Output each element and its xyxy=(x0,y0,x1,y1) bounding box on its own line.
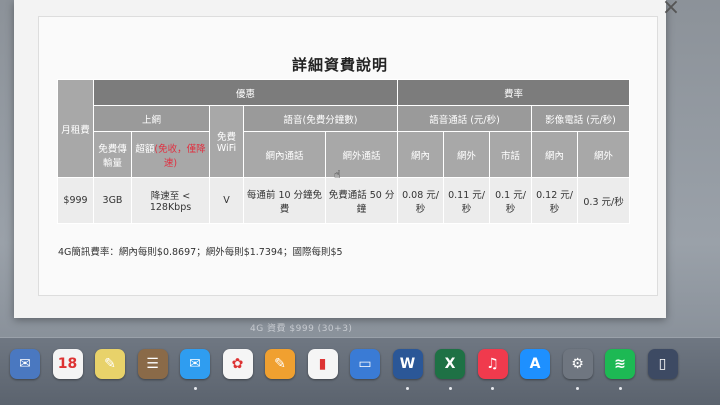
dock-running-indicator xyxy=(576,387,579,390)
onnet-call-header: 網內通話 xyxy=(243,131,326,178)
overage-header-prefix: 超額 xyxy=(135,143,155,155)
voice-offnet-header: 網外 xyxy=(443,131,491,178)
video-offnet-header: 網外 xyxy=(577,131,631,178)
overage-cell: 降速至 < 128Kbps xyxy=(131,177,210,224)
voice-landline-cell: 0.1 元/秒 xyxy=(489,177,533,224)
dock-system-preferences-icon[interactable]: ⚙ xyxy=(562,349,593,379)
voice-onnet-cell: 0.08 元/秒 xyxy=(397,177,445,224)
rate-header: 費率 xyxy=(397,79,631,106)
dock-excel-icon[interactable]: X xyxy=(435,349,465,379)
monthly-fee-header: 月租費 xyxy=(57,79,94,178)
voice-landline-header: 市話 xyxy=(489,131,533,178)
overage-header-note: (免收，僅降速) xyxy=(154,143,206,169)
monthly-fee-cell: $999 xyxy=(57,177,94,224)
dock-iphone-backup-icon[interactable]: ▯ xyxy=(647,349,678,379)
dock-running-indicator xyxy=(448,387,452,390)
dock-running-indicator xyxy=(618,387,622,390)
dock-notes-icon[interactable]: ✎ xyxy=(95,349,125,379)
video-onnet-header: 網內 xyxy=(531,131,579,178)
table-row: $999 3GB 降速至 < 128Kbps V 每通前 10 分鐘免費 免費通… xyxy=(57,177,631,224)
data-header: 上網 xyxy=(93,105,210,132)
dock-word-icon[interactable]: W xyxy=(392,349,423,379)
promo-header: 優惠 xyxy=(92,79,399,106)
overage-header: 超額(免收，僅降速) xyxy=(131,131,210,178)
dock-photos-icon[interactable]: ✿ xyxy=(222,349,253,379)
voice-offnet-cell: 0.11 元/秒 xyxy=(443,177,491,224)
dock-preview-icon[interactable]: ✉ xyxy=(10,349,40,379)
dock-app-store-icon[interactable]: A xyxy=(520,349,550,379)
voice-onnet-header: 網內 xyxy=(397,131,445,178)
hand-cursor-icon: ☝ xyxy=(334,168,341,181)
video-onnet-cell: 0.12 元/秒 xyxy=(531,177,579,224)
sms-rate-note: 4G簡訊費率：網內每則$0.8697；網外每則$1.7394；國際每則$5 xyxy=(58,247,343,258)
offnet-free-cell: 免費通話 50 分鐘 xyxy=(324,177,399,224)
dock-running-indicator xyxy=(406,387,409,390)
dock-numbers-icon[interactable]: ▮ xyxy=(307,349,338,379)
video-rate-header: 影像電話 (元/秒) xyxy=(531,105,631,132)
rate-table: 月租費 優惠 費率 上網 免費WiFi 語音(免費分鐘數) 語音通話 (元/秒)… xyxy=(57,79,631,224)
wifi-cell: V xyxy=(209,177,244,224)
free-data-header: 免費傳輸量 xyxy=(93,131,132,178)
modal-title: 詳細資費說明 xyxy=(291,56,388,74)
dock-running-indicator xyxy=(491,387,494,390)
close-icon[interactable]: × xyxy=(659,0,683,20)
voice-header: 語音(免費分鐘數) xyxy=(242,105,399,132)
onnet-free-cell: 每通前 10 分鐘免費 xyxy=(243,177,326,224)
underlying-page-text: 4G 資費 $999 (30+3) xyxy=(250,324,353,334)
dock-itunes-icon[interactable]: ♫ xyxy=(477,349,508,379)
dock-messages-icon[interactable]: ✉ xyxy=(180,349,210,379)
dock-contacts-icon[interactable]: ☰ xyxy=(137,349,168,379)
dock-calendar-icon[interactable]: 18 xyxy=(52,349,83,379)
video-offnet-cell: 0.3 元/秒 xyxy=(577,177,631,224)
dock-keynote-icon[interactable]: ▭ xyxy=(350,349,380,379)
dock-pages-icon[interactable]: ✎ xyxy=(265,349,295,379)
voice-rate-header: 語音通話 (元/秒) xyxy=(397,105,533,132)
dock-spotify-icon[interactable]: ≋ xyxy=(605,349,635,379)
free-wifi-header: 免費WiFi xyxy=(209,105,244,178)
dock-running-indicator xyxy=(193,387,197,390)
free-data-cell: 3GB xyxy=(93,177,132,224)
